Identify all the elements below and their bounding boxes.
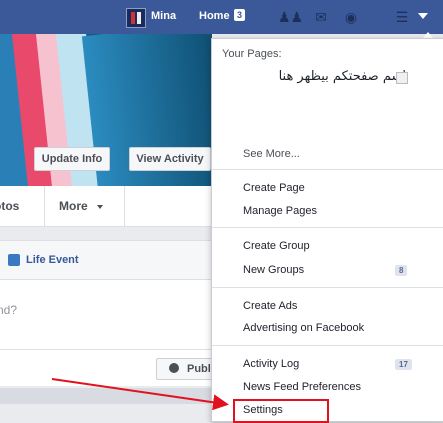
update-info-button[interactable]: Update Info xyxy=(34,147,110,171)
home-count-badge: 3 xyxy=(234,9,246,21)
new-groups-badge: 8 xyxy=(395,265,408,276)
manage-pages-item[interactable]: Manage Pages xyxy=(243,205,317,217)
activity-log-item[interactable]: Activity Log xyxy=(243,358,299,370)
privacy-shortcuts-icon[interactable]: ☰ xyxy=(392,8,412,26)
menu-separator xyxy=(212,227,443,228)
tab-more[interactable]: More xyxy=(59,199,88,213)
view-activity-button[interactable]: View Activity xyxy=(129,147,211,171)
page-entry[interactable]: اسم صفحتكم بيظهر هنا xyxy=(222,67,432,87)
create-group-item[interactable]: Create Group xyxy=(243,240,310,252)
see-more-link[interactable]: See More... xyxy=(243,148,300,160)
account-menu-caret-icon[interactable] xyxy=(418,13,428,19)
activity-log-badge: 17 xyxy=(395,359,412,370)
feed-divider xyxy=(0,388,212,404)
news-feed-preferences-item[interactable]: News Feed Preferences xyxy=(243,381,361,393)
account-dropdown-menu: Your Pages: اسم صفحتكم بيظهر هنا See Mor… xyxy=(211,38,443,423)
life-event-icon xyxy=(8,254,20,266)
page-name: اسم صفحتكم بيظهر هنا xyxy=(278,69,406,84)
menu-separator xyxy=(212,345,443,346)
composer-input[interactable]: nd? xyxy=(0,303,17,317)
messages-icon[interactable]: ✉ xyxy=(311,8,331,26)
top-navigation-bar: Mina Home 3 ♟♟ ✉ ◉ ☰ xyxy=(0,0,443,34)
create-ads-item[interactable]: Create Ads xyxy=(243,300,297,312)
composer-footer: Publ xyxy=(0,349,220,387)
user-avatar[interactable] xyxy=(126,8,146,28)
advertising-item[interactable]: Advertising on Facebook xyxy=(243,322,364,334)
settings-highlight-box xyxy=(233,399,329,423)
page-thumbnail-icon xyxy=(396,72,408,84)
audience-label: Publ xyxy=(187,363,211,375)
divider xyxy=(44,186,45,226)
chevron-down-icon xyxy=(97,205,103,209)
your-pages-heading: Your Pages: xyxy=(222,48,282,60)
post-composer: Life Event nd? Publ xyxy=(0,240,220,387)
tab-photos[interactable]: otos xyxy=(0,199,19,213)
globe-icon xyxy=(169,363,179,373)
profile-name-link[interactable]: Mina xyxy=(151,10,176,22)
menu-separator xyxy=(212,287,443,288)
profile-tabs: otos More xyxy=(0,186,212,227)
life-event-tab[interactable]: Life Event xyxy=(26,254,79,266)
friend-requests-icon[interactable]: ♟♟ xyxy=(278,8,303,26)
notifications-globe-icon[interactable]: ◉ xyxy=(341,8,361,26)
create-page-item[interactable]: Create Page xyxy=(243,182,305,194)
divider xyxy=(124,186,125,226)
menu-separator xyxy=(212,169,443,170)
composer-tabs: Life Event xyxy=(0,241,212,280)
home-link[interactable]: Home xyxy=(199,10,230,22)
new-groups-item[interactable]: New Groups xyxy=(243,264,304,276)
